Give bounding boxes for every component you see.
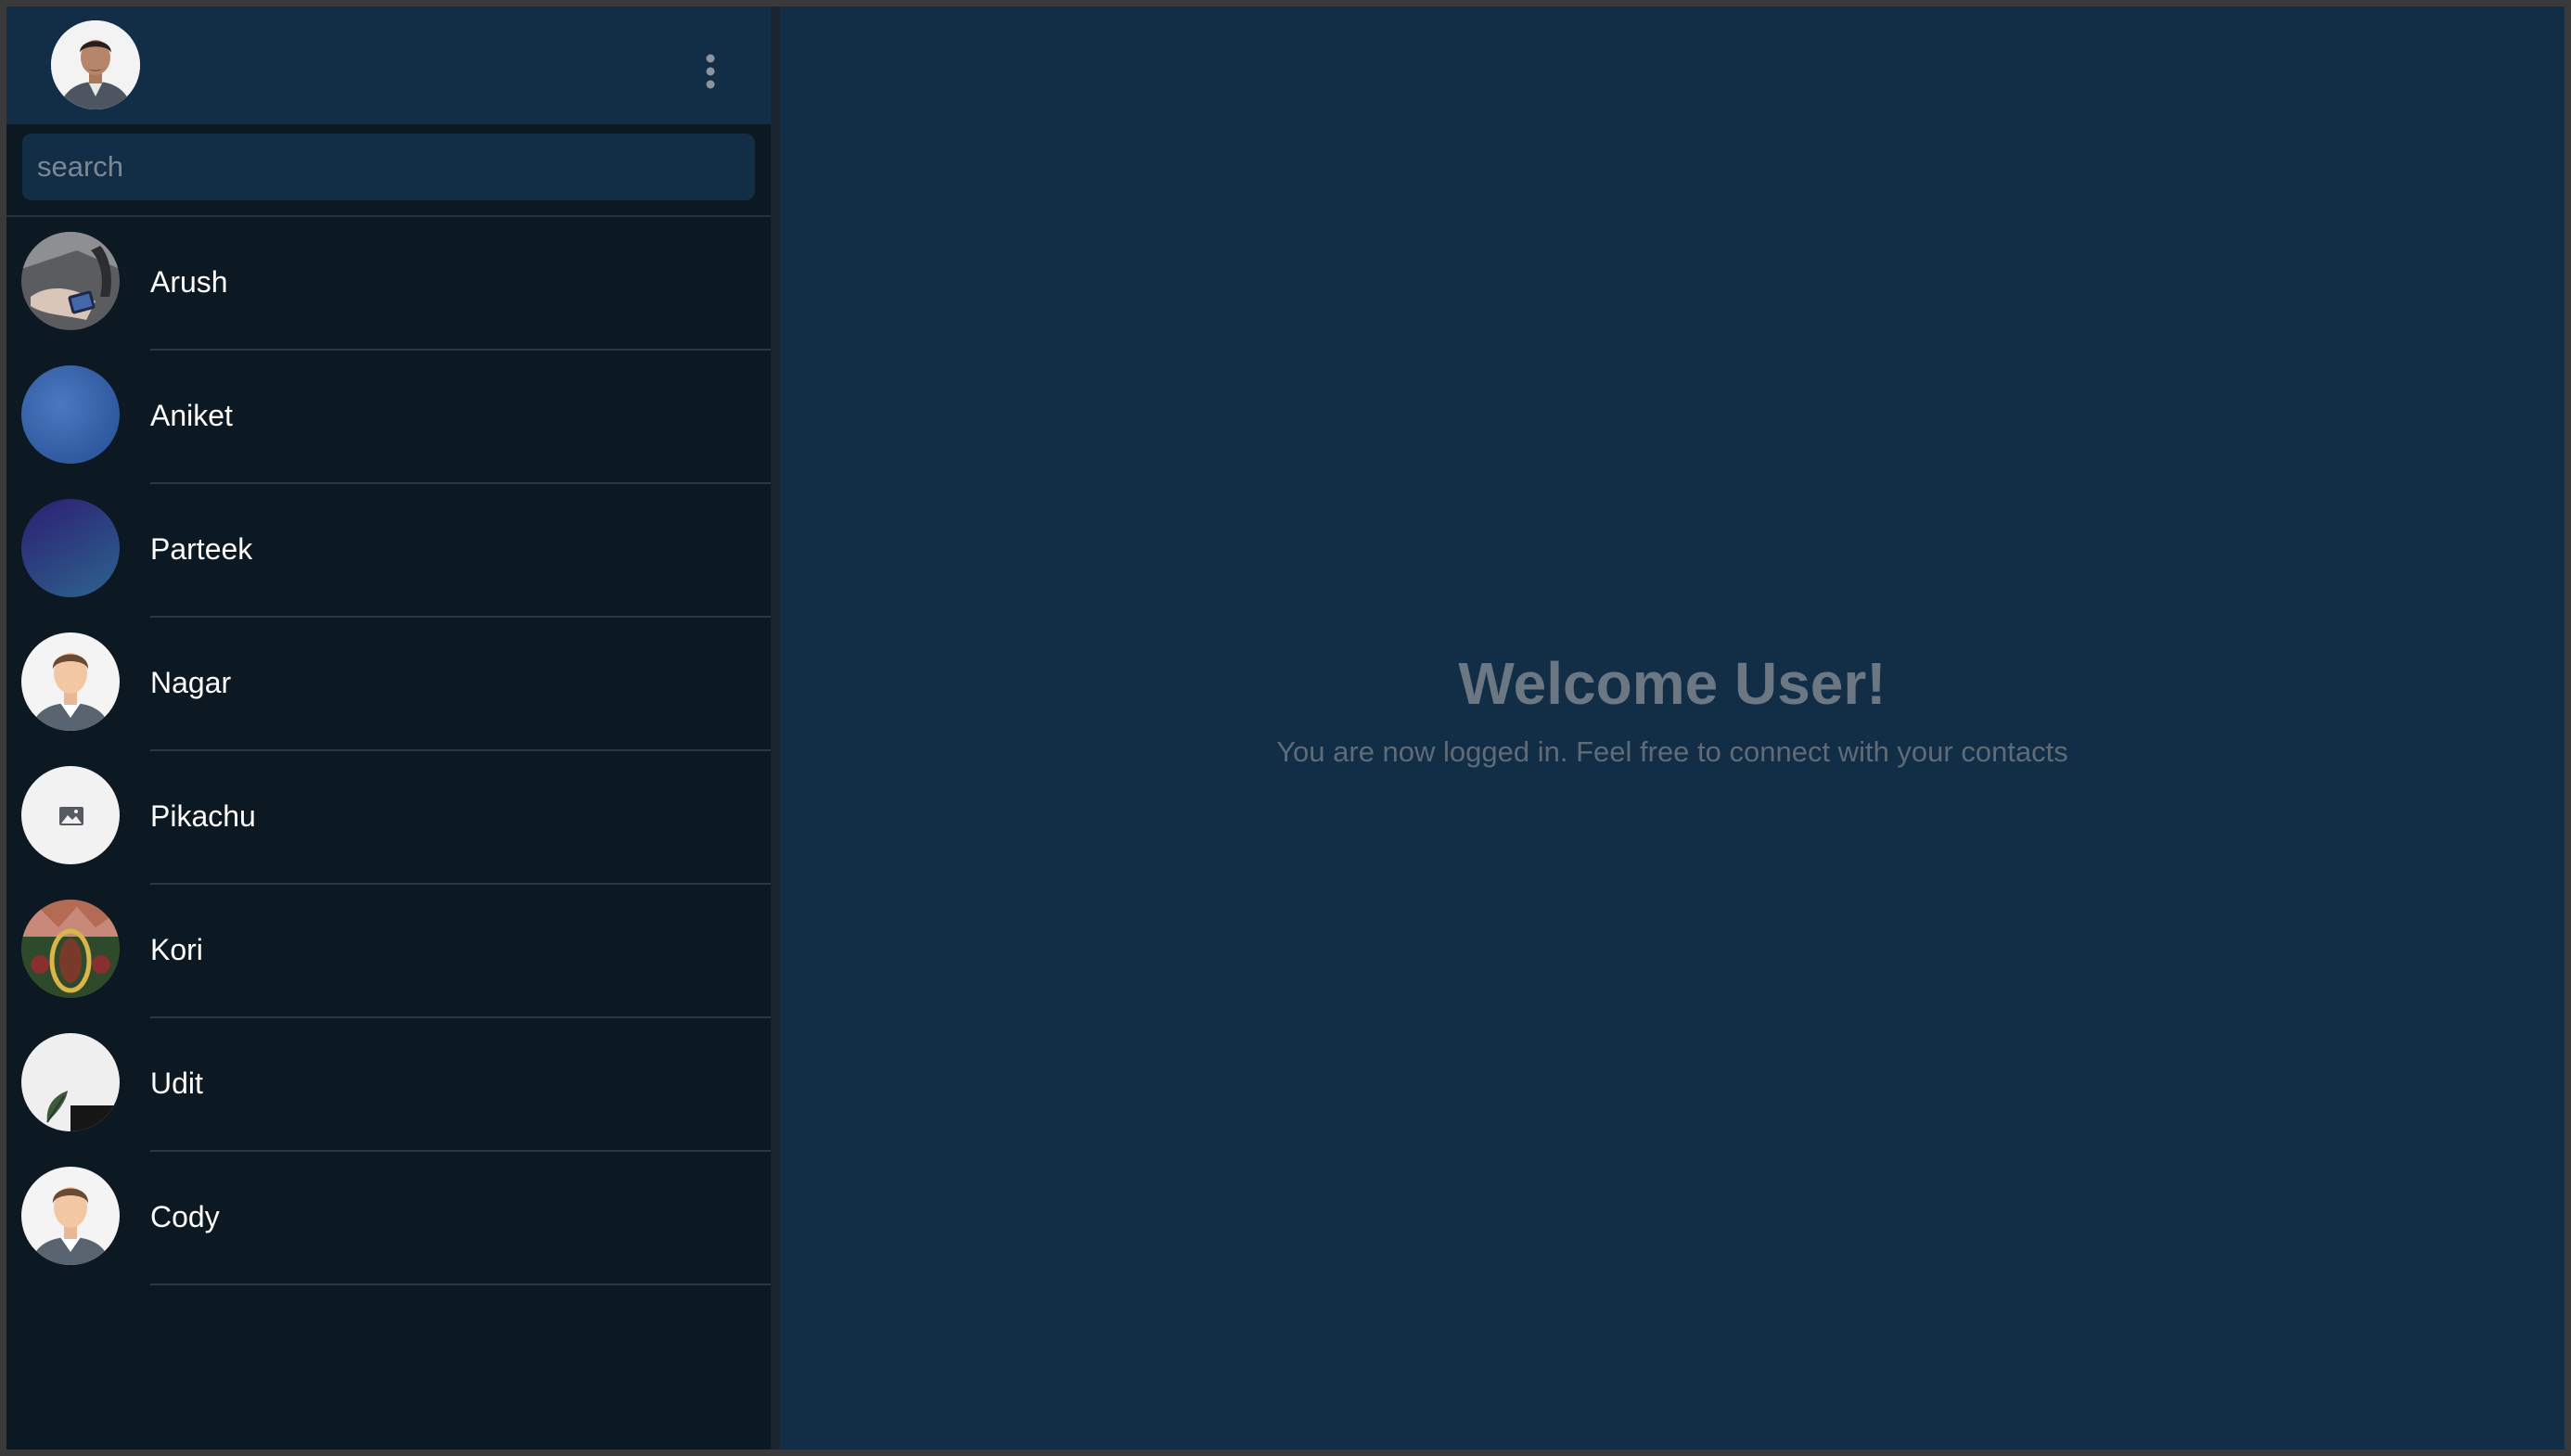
contact-item-arush[interactable]: Arush	[6, 217, 771, 351]
contact-avatar	[21, 766, 120, 864]
contact-avatar	[21, 365, 120, 464]
contact-name: Udit	[150, 1066, 203, 1100]
chat-app: Arush Aniket	[6, 6, 2565, 1450]
contact-list: Arush Aniket Parteek Nagar Pikachu Kori …	[6, 217, 771, 1450]
more-vertical-icon[interactable]	[704, 53, 717, 90]
default-avatar-icon	[21, 1167, 120, 1265]
contact-item-udit[interactable]: Udit	[6, 1018, 771, 1152]
profile-avatar[interactable]	[51, 20, 140, 109]
search-bar	[6, 124, 771, 217]
contact-avatar	[21, 1167, 120, 1265]
welcome-title: Welcome User!	[1458, 650, 1887, 717]
sidebar-header	[6, 6, 771, 124]
contact-avatar	[21, 499, 120, 597]
contact-item-parteek[interactable]: Parteek	[6, 484, 771, 618]
welcome-message: Welcome User! You are now logged in. Fee…	[780, 646, 2565, 771]
contact-name: Pikachu	[150, 799, 256, 833]
sidebar: Arush Aniket	[6, 6, 780, 1450]
contact-avatar	[21, 232, 120, 330]
contact-item-kori[interactable]: Kori	[6, 885, 771, 1018]
contact-avatar	[21, 900, 120, 998]
divider	[150, 1284, 771, 1285]
contact-name: Cody	[150, 1200, 220, 1233]
contact-name: Aniket	[150, 399, 233, 432]
contact-item-aniket[interactable]: Aniket	[6, 351, 771, 484]
welcome-subtitle: You are now logged in. Feel free to conn…	[1276, 735, 2068, 768]
contact-name: Parteek	[150, 532, 253, 566]
contact-avatar	[21, 1033, 120, 1131]
contact-avatar	[21, 632, 120, 731]
search-input[interactable]	[22, 134, 755, 200]
contact-name: Kori	[150, 933, 203, 966]
profile-photo-icon	[51, 20, 140, 109]
contact-item-cody[interactable]: Cody	[6, 1152, 771, 1285]
contact-item-nagar[interactable]: Nagar	[6, 618, 771, 751]
contact-item-pikachu[interactable]: Pikachu	[6, 751, 771, 885]
image-placeholder-icon	[21, 766, 120, 864]
default-avatar-icon	[21, 632, 120, 731]
contact-name: Arush	[150, 265, 228, 299]
main-panel: Welcome User! You are now logged in. Fee…	[780, 6, 2565, 1450]
contact-name: Nagar	[150, 666, 232, 699]
